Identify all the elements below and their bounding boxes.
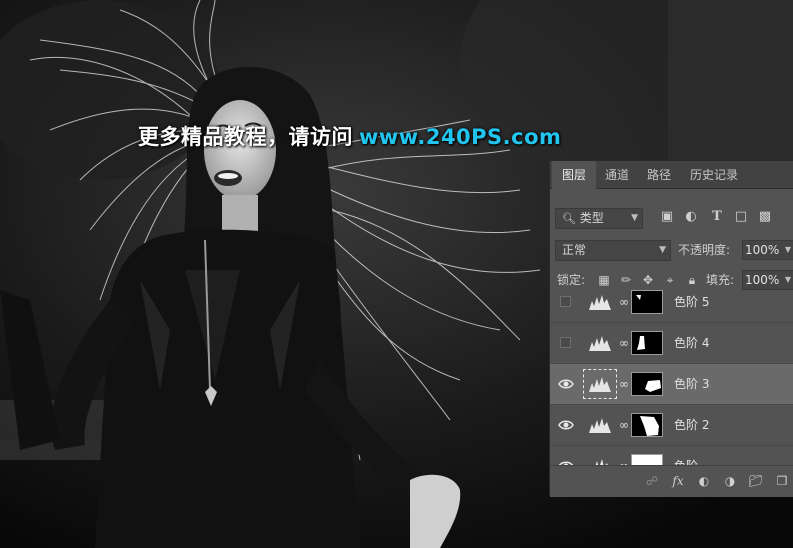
layer-row-levels-3[interactable]: ∞ 色阶 3 xyxy=(550,364,793,405)
blend-row: 正常 ▼ 不透明度: 100% ▼ xyxy=(550,240,793,262)
layer-mask-thumbnail[interactable] xyxy=(631,413,663,437)
link-icon[interactable]: ☍ xyxy=(644,473,660,489)
lock-all-icon[interactable]: 🔒︎ xyxy=(684,272,700,288)
chevron-down-icon: ▼ xyxy=(784,245,791,254)
chevron-down-icon: ▼ xyxy=(631,213,638,223)
watermark-url: www.240PS.com xyxy=(359,125,562,149)
fx-icon[interactable]: fx xyxy=(670,473,686,489)
visibility-toggle[interactable] xyxy=(560,337,571,348)
new-adjustment-icon[interactable]: ◑ xyxy=(722,473,738,489)
chevron-down-icon: ▼ xyxy=(659,245,666,255)
levels-adjustment-icon xyxy=(589,418,611,433)
fill-input[interactable]: 100% ▼ xyxy=(742,270,793,290)
chevron-down-icon: ▼ xyxy=(784,275,791,284)
layer-name[interactable]: 色阶 2 xyxy=(674,416,709,433)
tab-history[interactable]: 历史记录 xyxy=(680,161,748,189)
levels-adjustment-icon xyxy=(589,336,611,351)
adjustment-icon[interactable]: ◐ xyxy=(682,208,700,226)
layers-panel: 图层 通道 路径 历史记录 🔍︎ 类型 ▼ ▣ ◐ T □ ▩ 正常 ▼ 不透明… xyxy=(549,160,793,497)
shape-icon[interactable]: □ xyxy=(732,208,750,226)
lock-artboard-icon[interactable]: ⌖ xyxy=(662,272,678,288)
lock-transparent-icon[interactable]: ▦ xyxy=(596,272,612,288)
mask-link-icon[interactable]: ∞ xyxy=(619,377,629,391)
panel-tabs: 图层 通道 路径 历史记录 xyxy=(550,161,793,190)
filter-kind-label: 类型 xyxy=(579,211,604,225)
levels-adjustment-icon xyxy=(589,295,611,310)
lock-move-icon[interactable]: ✥ xyxy=(640,272,656,288)
layer-name[interactable]: 色阶 3 xyxy=(674,375,709,392)
layer-row-levels-2[interactable]: ∞ 色阶 2 xyxy=(550,405,793,446)
visibility-toggle[interactable] xyxy=(560,296,571,307)
fill-label: 填充: xyxy=(706,273,735,287)
eye-icon[interactable] xyxy=(558,418,574,432)
lock-label: 锁定: xyxy=(557,273,586,287)
tab-channels[interactable]: 通道 xyxy=(596,161,638,189)
opacity-input[interactable]: 100% ▼ xyxy=(742,240,793,260)
new-layer-icon[interactable]: ❐ xyxy=(774,473,790,489)
filter-row: 🔍︎ 类型 ▼ ▣ ◐ T □ ▩ xyxy=(550,207,793,229)
blend-mode-value: 正常 xyxy=(562,243,587,257)
watermark: 更多精品教程，请访问 www.240PS.com xyxy=(138,121,561,153)
mask-link-icon[interactable]: ∞ xyxy=(619,418,629,432)
eye-icon[interactable] xyxy=(558,377,574,391)
layer-row-levels-5[interactable]: ∞ 色阶 5 xyxy=(550,288,793,323)
levels-adjustment-icon xyxy=(589,377,611,392)
watermark-text: 更多精品教程，请访问 xyxy=(138,125,353,149)
fill-value: 100% xyxy=(745,273,780,287)
smart-object-icon[interactable]: ▩ xyxy=(756,208,774,226)
mask-link-icon[interactable]: ∞ xyxy=(619,295,629,309)
tab-layers[interactable]: 图层 xyxy=(552,161,596,190)
layer-row-levels-4[interactable]: ∞ 色阶 4 xyxy=(550,323,793,364)
panel-footer: ☍ fx ◐ ◑ 📁︎ ❐ xyxy=(550,465,793,497)
search-icon: 🔍︎ xyxy=(562,212,576,225)
layer-name[interactable]: 色阶 4 xyxy=(674,334,709,351)
opacity-value: 100% xyxy=(745,243,780,257)
layer-mask-thumbnail[interactable] xyxy=(631,290,663,314)
canvas-background-strip xyxy=(668,0,793,160)
mask-link-icon[interactable]: ∞ xyxy=(619,336,629,350)
add-mask-icon[interactable]: ◐ xyxy=(696,473,712,489)
layer-mask-thumbnail[interactable] xyxy=(631,372,663,396)
filter-kind-select[interactable]: 🔍︎ 类型 ▼ xyxy=(555,208,643,229)
opacity-label: 不透明度: xyxy=(678,243,731,257)
type-icon[interactable]: T xyxy=(708,208,726,226)
layer-mask-thumbnail[interactable] xyxy=(631,331,663,355)
layer-name[interactable]: 色阶 5 xyxy=(674,293,709,310)
lock-brush-icon[interactable]: ✏︎ xyxy=(618,272,634,288)
layers-list: ∞ 色阶 5 ∞ 色阶 4 ∞ 色阶 3 ∞ 色阶 2 ∞ 色阶 xyxy=(550,288,793,466)
blend-mode-select[interactable]: 正常 ▼ xyxy=(555,240,671,261)
image-icon[interactable]: ▣ xyxy=(658,208,676,226)
tab-paths[interactable]: 路径 xyxy=(638,161,680,189)
layer-row-levels[interactable]: ∞ 色阶 xyxy=(550,446,793,466)
new-group-icon[interactable]: 📁︎ xyxy=(748,473,764,489)
